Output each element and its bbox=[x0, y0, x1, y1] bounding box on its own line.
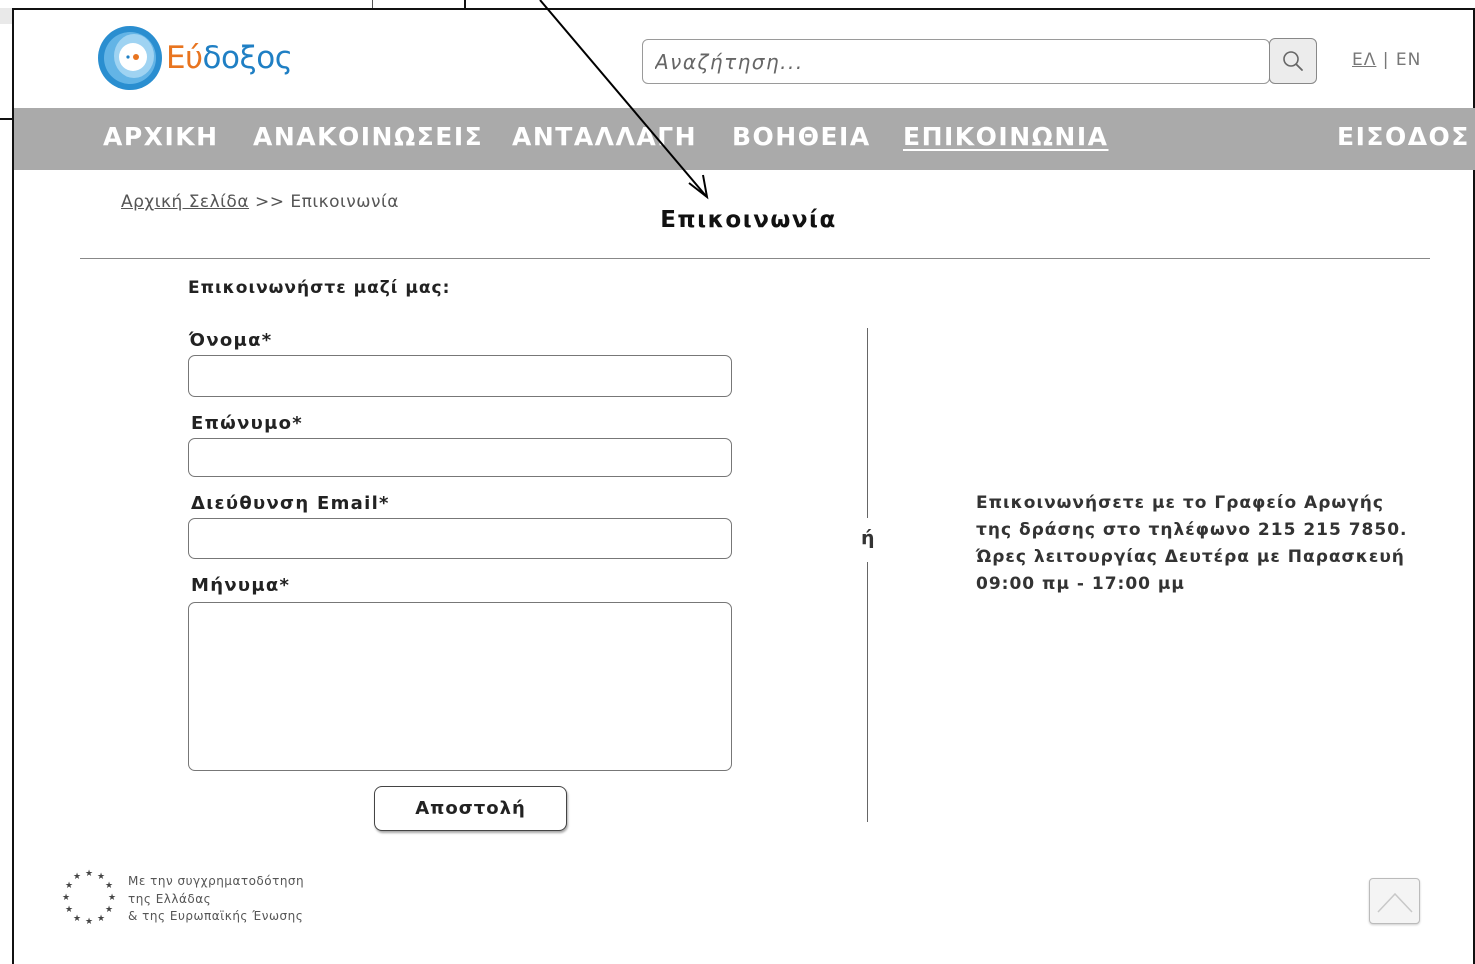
svg-text:★: ★ bbox=[105, 881, 113, 891]
frame-tick-line bbox=[372, 0, 373, 8]
funding-line: & της Ευρωπαϊκής Ένωσης bbox=[128, 909, 304, 923]
search-button[interactable] bbox=[1269, 38, 1317, 84]
frame-tick-line bbox=[464, 0, 466, 10]
vertical-divider bbox=[867, 328, 868, 518]
svg-text:★: ★ bbox=[108, 893, 116, 903]
title-divider bbox=[80, 258, 1430, 259]
message-label: Μήνυμα* bbox=[191, 575, 291, 596]
nav-item-login[interactable]: ΕΙΣΟΔΟΣ bbox=[1337, 122, 1470, 151]
submit-button[interactable]: Αποστολή bbox=[374, 786, 567, 831]
logo-text: Εύδοξος bbox=[166, 40, 293, 76]
last-name-label: Επώνυμο* bbox=[191, 413, 304, 434]
helpdesk-info: Επικοινωνήσετε με το Γραφείο Αρωγής της … bbox=[976, 490, 1416, 598]
svg-text:★: ★ bbox=[65, 905, 73, 915]
page-title: Επικοινωνία bbox=[660, 207, 837, 233]
vertical-divider bbox=[867, 562, 868, 822]
logo-text-blue: δοξος bbox=[202, 40, 293, 76]
funding-footer: ★ ★ ★ ★ ★ ★ ★ ★ ★ ★ ★ ★ Με την συγχρηματ… bbox=[58, 866, 304, 928]
lang-el-link[interactable]: ΕΛ bbox=[1352, 50, 1376, 70]
eu-stars-icon: ★ ★ ★ ★ ★ ★ ★ ★ ★ ★ ★ ★ bbox=[58, 866, 120, 928]
first-name-field[interactable] bbox=[188, 355, 732, 397]
email-label: Διεύθυνση Email* bbox=[191, 493, 390, 514]
nav-item-home[interactable]: ΑΡΧΙΚΗ bbox=[103, 122, 219, 151]
svg-text:★: ★ bbox=[73, 872, 81, 882]
logo-text-orange: Εύ bbox=[166, 40, 203, 76]
section-heading: Επικοινωνήστε μαζί μας: bbox=[188, 278, 451, 298]
funding-line: Με την συγχρηματοδότηση bbox=[128, 874, 305, 888]
last-name-field[interactable] bbox=[188, 438, 732, 477]
search-icon bbox=[1283, 51, 1303, 71]
svg-text:★: ★ bbox=[73, 914, 81, 924]
logo-icon bbox=[96, 24, 164, 92]
email-field[interactable] bbox=[188, 518, 732, 559]
first-name-label: Όνομα* bbox=[189, 330, 273, 351]
scroll-to-top-button[interactable] bbox=[1369, 878, 1420, 924]
or-label: ή bbox=[861, 527, 875, 549]
helpdesk-line: Επικοινωνήσετε με το Γραφείο Αρωγής bbox=[976, 493, 1384, 513]
funding-line: της Ελλάδας bbox=[128, 891, 212, 906]
svg-text:★: ★ bbox=[85, 869, 93, 879]
nav-item-exchange[interactable]: ΑΝΤΑΛΛΑΓΗ bbox=[512, 122, 697, 151]
message-textarea[interactable] bbox=[188, 602, 732, 771]
nav-item-contact[interactable]: ΕΠΙΚΟΙΝΩΝΙΑ bbox=[903, 122, 1108, 151]
chevron-up-icon bbox=[1376, 892, 1413, 913]
lang-separator: | bbox=[1382, 50, 1390, 70]
svg-text:★: ★ bbox=[65, 881, 73, 891]
svg-text:★: ★ bbox=[97, 872, 105, 882]
helpdesk-line: 09:00 πμ - 17:00 μμ bbox=[976, 574, 1185, 594]
frame-connector-line bbox=[0, 118, 14, 120]
svg-text:★: ★ bbox=[97, 914, 105, 924]
lang-en-link[interactable]: EN bbox=[1396, 50, 1421, 70]
search-input[interactable] bbox=[642, 39, 1270, 84]
helpdesk-line: Ώρες λειτουργίας Δευτέρα με Παρασκευή bbox=[976, 547, 1405, 567]
language-switcher: ΕΛ | EN bbox=[1352, 50, 1421, 70]
svg-text:★: ★ bbox=[85, 917, 93, 927]
svg-text:★: ★ bbox=[62, 893, 70, 903]
funding-text: Με την συγχρηματοδότηση της Ελλάδας & τη… bbox=[128, 873, 304, 926]
nav-item-announcements[interactable]: ΑΝΑΚΟΙΝΩΣΕΙΣ bbox=[253, 122, 483, 151]
site-logo[interactable]: Εύδοξος bbox=[96, 24, 293, 92]
main-nav: ΑΡΧΙΚΗ ΑΝΑΚΟΙΝΩΣΕΙΣ ΑΝΤΑΛΛΑΓΗ ΒΟΗΘΕΙΑ ΕΠ… bbox=[14, 108, 1475, 170]
nav-item-help[interactable]: ΒΟΗΘΕΙΑ bbox=[732, 122, 871, 151]
svg-text:★: ★ bbox=[105, 905, 113, 915]
helpdesk-line: της δράσης στο τηλέφωνο 215 215 7850. bbox=[976, 520, 1408, 540]
frame-corner-fill bbox=[0, 8, 12, 24]
frame-border-top bbox=[14, 8, 1475, 10]
